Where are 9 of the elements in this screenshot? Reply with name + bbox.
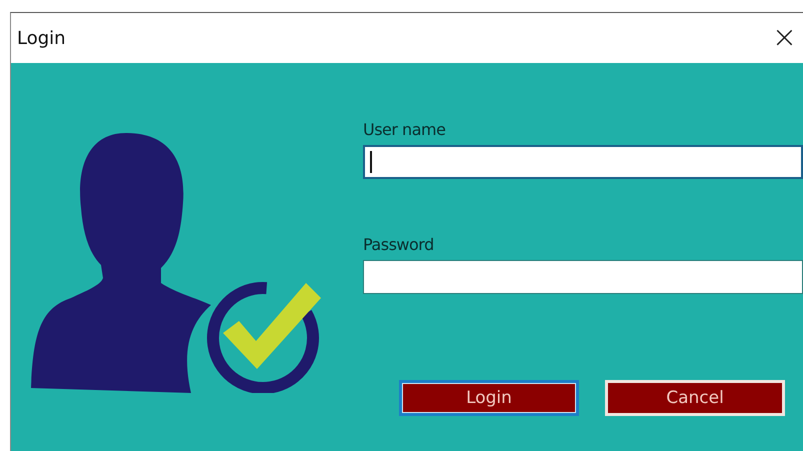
cancel-button[interactable]: Cancel <box>605 380 785 416</box>
field-label: Password <box>363 235 434 254</box>
login-button[interactable]: Login <box>399 380 579 416</box>
text-cursor <box>370 151 372 173</box>
close-button[interactable]: × <box>766 23 803 53</box>
input-field[interactable] <box>363 260 803 294</box>
window-title: Login <box>17 28 66 48</box>
field-label: User name <box>363 120 446 139</box>
input-field[interactable] <box>363 145 803 179</box>
